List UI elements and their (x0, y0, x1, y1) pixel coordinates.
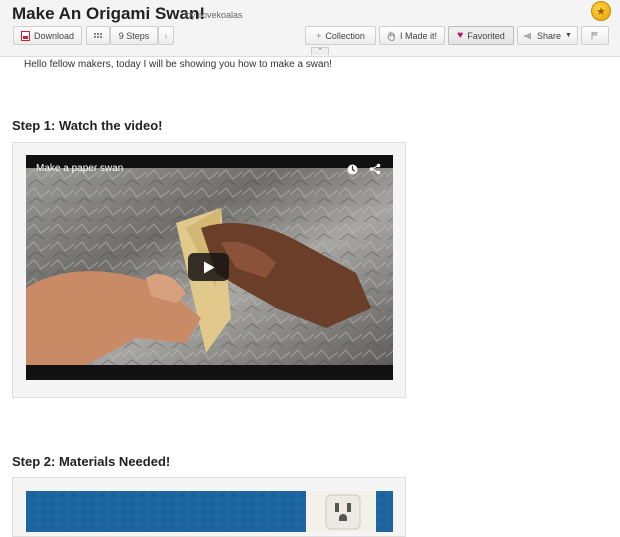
steps-grid-button[interactable] (86, 26, 110, 45)
favorited-button[interactable]: ♥ Favorited (448, 26, 514, 45)
download-button[interactable]: Download (13, 26, 82, 45)
step-2-title: Step 2: Materials Needed! (12, 454, 171, 469)
page-title: Make An Origami Swan! (12, 4, 206, 23)
steps-label: 9 Steps (118, 30, 150, 41)
grid-icon (94, 33, 102, 38)
flag-icon (591, 31, 598, 40)
favorited-label: Favorited (467, 30, 505, 41)
intro-text: Hello fellow makers, today I will be sho… (24, 59, 332, 70)
video-player[interactable]: Make a paper swan (26, 155, 393, 380)
collection-label: Collection (325, 30, 365, 41)
download-label: Download (33, 30, 75, 41)
i-made-it-button[interactable]: I Made it! (379, 26, 445, 45)
collapse-toolbar-tab[interactable]: ⌃ (311, 47, 329, 55)
play-button[interactable] (188, 253, 229, 281)
chevron-up-icon: ⌃ (317, 48, 323, 55)
byline-prefix: by (186, 10, 196, 20)
flag-button[interactable] (581, 26, 609, 45)
video-title: Make a paper swan (36, 163, 124, 174)
plus-icon: + (316, 30, 322, 41)
caret-down-icon: ▼ (565, 32, 572, 39)
megaphone-icon (524, 32, 532, 39)
star-badge-icon[interactable]: ★ (591, 1, 611, 21)
byline: by ilovekoalas (186, 10, 243, 20)
materials-photo-image (26, 491, 393, 532)
share-label: Share (537, 30, 562, 41)
play-icon (203, 261, 214, 273)
author-link[interactable]: ilovekoalas (198, 10, 243, 20)
collection-button[interactable]: + Collection (305, 26, 376, 45)
heart-icon: ♥ (457, 30, 464, 41)
next-step-button[interactable]: › (158, 26, 174, 45)
i-made-it-label: I Made it! (399, 30, 437, 41)
watch-later-clock-icon[interactable] (347, 164, 358, 175)
project-header: Make An Origami Swan! by ilovekoalas ★ D… (0, 0, 620, 57)
chevron-right-icon: › (164, 30, 168, 41)
materials-photo (26, 491, 393, 532)
share-button[interactable]: Share ▼ (517, 26, 578, 45)
hand-icon (387, 30, 396, 41)
step-1-title: Step 1: Watch the video! (12, 118, 163, 133)
share-arrow-icon[interactable] (369, 163, 381, 175)
pdf-icon (20, 30, 30, 41)
steps-button[interactable]: 9 Steps (110, 26, 158, 45)
